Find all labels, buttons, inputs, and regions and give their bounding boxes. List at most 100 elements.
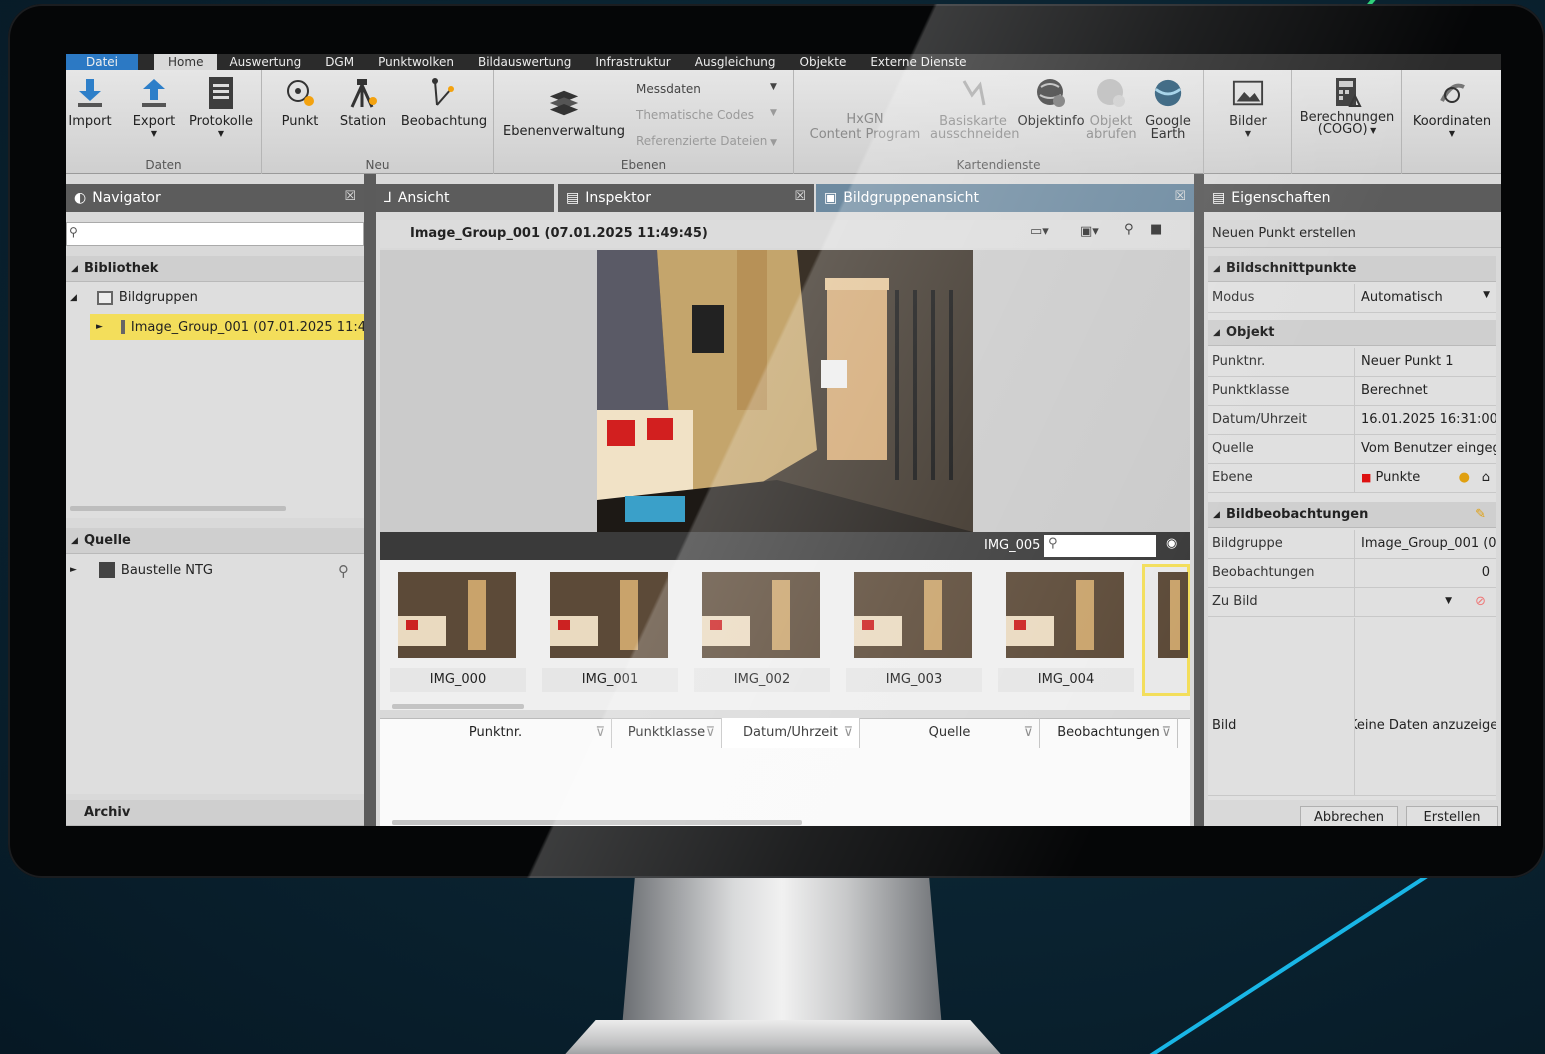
berechnungen-button[interactable]: Berechnungen (COGO) ▼ (1296, 76, 1398, 137)
close-icon[interactable]: ☒ (1174, 189, 1186, 204)
bibliothek-section[interactable]: ◢ Bibliothek (66, 256, 364, 282)
basiskarte-button[interactable]: Basiskarte ausschneiden (930, 76, 1019, 142)
filter-icon[interactable]: ⊽ (1023, 718, 1033, 748)
new-point-selector[interactable]: Neuen Punkt erstellen (1204, 220, 1501, 248)
create-button[interactable]: Erstellen (1406, 806, 1498, 826)
menu-datei[interactable]: Datei (66, 54, 139, 70)
bildbeobachtungen-label: Bildbeobachtungen (1226, 507, 1369, 522)
filter-icon[interactable]: ⊽ (705, 718, 715, 748)
tree-image-group-selected[interactable]: ► Image_Group_001 (07.01.2025 11:4 (90, 314, 366, 340)
datum-field[interactable]: 16.01.2025 16:31:00 (1354, 406, 1496, 434)
objekt-abrufen-button[interactable]: Objekt abrufen (1086, 76, 1137, 142)
bildschnittpunkte-section[interactable]: ◢ Bildschnittpunkte (1208, 256, 1496, 282)
close-icon[interactable]: ☒ (344, 189, 356, 204)
thumbnail-scrollbar[interactable] (392, 704, 524, 709)
ribbon-group-daten: Import Export ▼ Protokolle ▼ Daten (66, 70, 262, 174)
close-icon[interactable]: ☒ (794, 189, 806, 204)
menu-bildauswertung[interactable]: Bildauswertung (466, 54, 583, 70)
table-scrollbar[interactable] (392, 820, 802, 825)
splitter-right[interactable] (1194, 174, 1204, 826)
image-search-input[interactable]: ⚲ (1044, 535, 1156, 557)
column-quelle[interactable]: Quelle ⊽ (860, 718, 1040, 748)
thumbnail-0[interactable] (398, 572, 516, 658)
bildbeobachtungen-section[interactable]: ◢ Bildbeobachtungen ✎ (1208, 502, 1496, 528)
navigator-header: ◐ Navigator ☒ (66, 184, 364, 212)
zu-bild-dropdown[interactable]: ▼ ⊘ (1354, 588, 1496, 616)
protokolle-button[interactable]: Protokolle ▼ (186, 76, 256, 138)
lock-icon[interactable]: ⌂ (1482, 470, 1490, 485)
bilder-button[interactable]: Bilder ▼ (1214, 76, 1282, 138)
google-earth-button[interactable]: Google Earth (1138, 76, 1198, 142)
navigator-scrollbar[interactable] (70, 506, 286, 511)
search-icon: ⚲ (69, 225, 78, 239)
messdaten-dropdown[interactable]: Messdaten ▼ (636, 82, 777, 96)
archiv-section[interactable]: Archiv (66, 800, 364, 826)
tab-inspektor[interactable]: ▤ Inspektor ☒ (558, 184, 814, 212)
export-button[interactable]: Export ▼ (130, 76, 178, 138)
punktklasse-key: Punktklasse (1212, 383, 1290, 398)
filter-icon[interactable]: ⊽ (843, 718, 853, 748)
menu-dgm[interactable]: DGM (313, 54, 366, 70)
punktklasse-field[interactable]: Berechnet (1354, 377, 1496, 405)
punktnr-field[interactable]: Neuer Punkt 1 (1354, 348, 1496, 376)
main-photo[interactable] (597, 250, 973, 532)
thumbnail-5[interactable] (1158, 572, 1188, 658)
station-button[interactable]: Station (338, 76, 388, 129)
pin-icon[interactable]: ⚲ (338, 562, 349, 580)
pencil-icon[interactable]: ✎ (1475, 507, 1486, 522)
menu-home[interactable]: Home (154, 54, 218, 70)
cancel-button[interactable]: Abbrechen (1300, 806, 1398, 826)
navigator-search-input[interactable]: ⚲ (66, 222, 364, 246)
menu-auswertung[interactable]: Auswertung (217, 54, 313, 70)
tripod-icon (347, 76, 379, 110)
column-datum[interactable]: Datum/Uhrzeit ⊽ (722, 718, 860, 748)
hxgn-button[interactable]: HxGN Content Program (802, 112, 928, 142)
import-button[interactable]: Import (68, 76, 112, 129)
thumbnail-2[interactable] (702, 572, 820, 658)
column-punktklasse[interactable]: Punktklasse ⊽ (612, 718, 722, 748)
beobachtungen-field[interactable]: 0 (1354, 559, 1496, 587)
splitter-left[interactable] (364, 174, 376, 826)
tree-baustelle[interactable]: ► Baustelle NTG (70, 562, 213, 578)
objektinfo-button[interactable]: Objektinfo (1016, 76, 1086, 129)
menu-punktwolken[interactable]: Punktwolken (366, 54, 466, 70)
panel-icon[interactable]: ■ (1150, 222, 1162, 237)
tab-ansicht[interactable]: ⅃ Ansicht (376, 184, 554, 212)
thematische-codes-dropdown[interactable]: Thematische Codes ▼ (636, 108, 777, 122)
ebenenverwaltung-button[interactable]: Ebenenverwaltung (502, 76, 626, 139)
menu-objekte[interactable]: Objekte (788, 54, 859, 70)
menu-externe-dienste[interactable]: Externe Dienste (858, 54, 978, 70)
quelle-section[interactable]: ◢ Quelle (66, 528, 364, 554)
tree-bildgruppen[interactable]: ◢ Bildgruppen (70, 290, 198, 305)
bild-preview[interactable]: Keine Daten anzuzeigen (1354, 618, 1496, 796)
punkt-button[interactable]: Punkt (278, 76, 322, 129)
beobachtung-button[interactable]: Beobachtung (400, 76, 488, 129)
clear-icon[interactable]: ⊘ (1475, 594, 1486, 609)
locate-icon[interactable]: ◉ (1166, 536, 1177, 551)
menu-infrastruktur[interactable]: Infrastruktur (583, 54, 682, 70)
bildgruppe-field[interactable]: Image_Group_001 (07 (1354, 530, 1496, 558)
objekt-section[interactable]: ◢ Objekt (1208, 320, 1496, 346)
modus-dropdown[interactable]: Automatisch ▼ (1354, 284, 1496, 312)
zoom-icon[interactable]: ⚲ (1124, 222, 1134, 237)
thumbnail-1[interactable] (550, 572, 668, 658)
baustelle-label: Baustelle NTG (120, 562, 214, 578)
thumbnail-4[interactable] (1006, 572, 1124, 658)
koordinaten-button[interactable]: Koordinaten ▼ (1406, 76, 1498, 138)
ebene-field[interactable]: ■ Punkte ● ⌂ (1354, 464, 1496, 492)
image-group-icon (96, 290, 113, 305)
thumbnail-3[interactable] (854, 572, 972, 658)
column-punktnr[interactable]: Punktnr. ⊽ (380, 718, 612, 748)
bulb-icon[interactable]: ● (1459, 470, 1470, 485)
filter-icon[interactable]: ⊽ (1161, 718, 1171, 748)
tab-bildgruppenansicht[interactable]: ▣ Bildgruppenansicht ☒ (816, 184, 1194, 212)
column-beobachtungen[interactable]: Beobachtungen ⊽ (1040, 718, 1178, 748)
image-menu-icon[interactable]: ▣▾ (1080, 224, 1099, 239)
quelle-field[interactable]: Vom Benutzer eingeg (1354, 435, 1496, 463)
filter-icon[interactable]: ⊽ (595, 718, 605, 748)
menu-ausgleichung[interactable]: Ausgleichung (683, 54, 788, 70)
beobachtung-label: Beobachtung (400, 114, 488, 129)
google-earth-icon (1152, 76, 1184, 110)
referenzierte-dateien-dropdown[interactable]: Referenzierte Dateien ▼ (636, 134, 777, 148)
layout-icon[interactable]: ▭▾ (1030, 224, 1049, 239)
